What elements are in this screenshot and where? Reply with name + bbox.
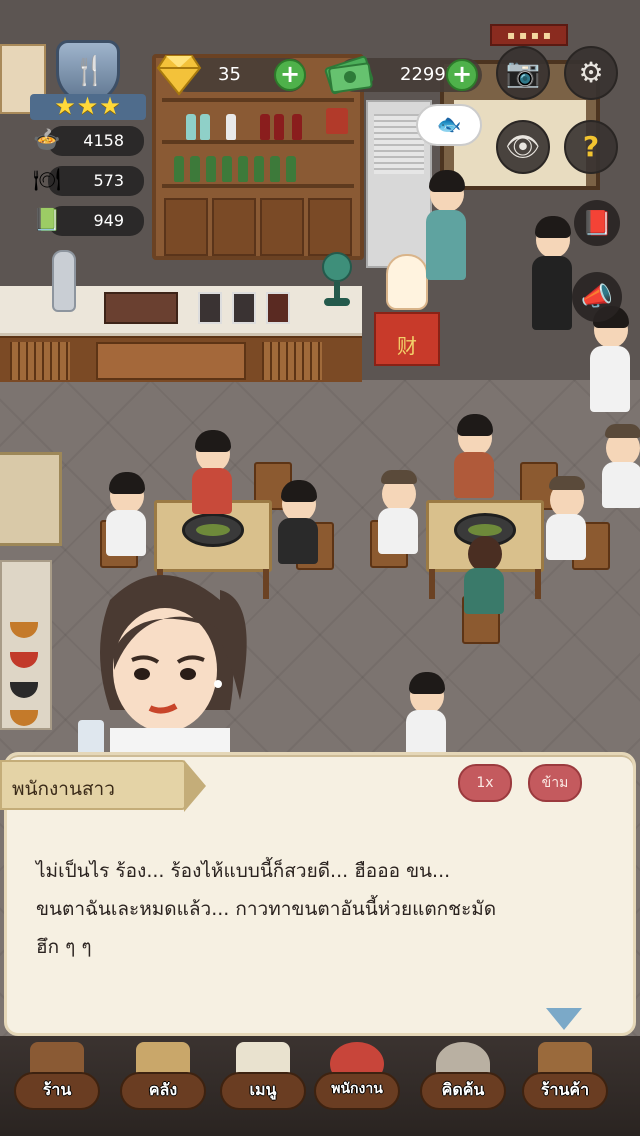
speaker-name-tag: พนักงานสาว xyxy=(0,760,206,812)
add-cash-button[interactable]: + xyxy=(446,59,478,91)
nav-tab-store[interactable]: ร้านค้า xyxy=(522,1042,608,1130)
cooking-pot-icon: 🍲 xyxy=(33,128,61,153)
rating-stars: ★★★ xyxy=(54,92,122,120)
dialog-line: ขนตาฉันเละหมดแล้ว... กาวทาขนตาอันนี้ห่วย… xyxy=(36,898,497,920)
cash-icon xyxy=(324,50,374,96)
nav-label: เมนู xyxy=(249,1080,277,1099)
fork-knife-icon: 🍴 xyxy=(72,54,107,87)
help-button[interactable]: ? xyxy=(564,120,618,174)
stat-value: 4158 xyxy=(83,131,124,150)
nav-tab-research[interactable]: คิดค้น xyxy=(420,1042,506,1130)
nav-tab-staff[interactable]: พนักงาน xyxy=(314,1042,400,1130)
cloche-icon: 🍽 xyxy=(33,168,61,193)
desk-fan xyxy=(320,252,354,306)
shop-sign: ▪ ▪ ▪ ▪ xyxy=(490,24,568,46)
gear-icon: ⚙ xyxy=(578,56,604,89)
help-icon: ? xyxy=(582,130,600,163)
nav-label: พนักงาน xyxy=(331,1081,383,1097)
nav-label: ร้าน xyxy=(42,1080,72,1099)
view-toggle-button[interactable]: 👁 xyxy=(496,120,550,174)
camera-icon: 📷 xyxy=(505,56,541,89)
fish-icon: 🐟 xyxy=(436,112,462,136)
speaker-name: พนักงานสาว xyxy=(12,778,115,800)
nav-label: ร้านค้า xyxy=(540,1080,590,1099)
fish-thought-bubble[interactable]: 🐟 xyxy=(416,104,482,146)
camera-button[interactable]: 📷 xyxy=(496,46,550,100)
menu-card xyxy=(266,292,290,324)
add-gems-button[interactable]: + xyxy=(274,59,306,91)
nav-tab-menu[interactable]: เมนู xyxy=(220,1042,306,1130)
side-counter xyxy=(0,452,62,546)
gem-icon xyxy=(156,52,202,96)
nav-label: คลัง xyxy=(148,1080,178,1099)
menu-book-icon: 📗 xyxy=(33,208,61,233)
recipe-book-button[interactable]: 📕 xyxy=(574,200,620,246)
restaurant-rating-badge[interactable]: 🍴 ★★★ xyxy=(30,40,146,120)
speed-button[interactable]: 1x xyxy=(458,764,512,802)
stat-value: 573 xyxy=(93,171,124,190)
menu-board xyxy=(104,292,178,324)
vase xyxy=(52,250,76,312)
nav-tab-storage[interactable]: คลัง xyxy=(120,1042,206,1130)
game-screen: ▪ ▪ ▪ ▪ 财 🐟 🍴 ★★★ 4158 🍲 573 🍽 949 📗 35 … xyxy=(0,0,640,1136)
next-arrow-icon[interactable] xyxy=(546,1008,582,1030)
dialog-line: ไม่เป็นไร ร้อง... ร้องไห้แบบนี้ก็สวยดี..… xyxy=(36,860,451,882)
speaker-portrait xyxy=(70,560,270,768)
eye-icon: 👁 xyxy=(505,130,541,163)
counter-front xyxy=(0,336,362,382)
menu-card xyxy=(232,292,256,324)
dialog-line: ฮึก ๆ ๆ xyxy=(36,936,92,958)
nav-label: คิดค้น xyxy=(441,1080,485,1099)
gem-value: 35 xyxy=(218,64,241,85)
book-icon: 📕 xyxy=(582,209,612,237)
dialog-text: ไม่เป็นไร ร้อง... ร้องไห้แบบนี้ก็สวยดี..… xyxy=(36,852,596,966)
stat-value: 949 xyxy=(93,211,124,230)
menu-card xyxy=(198,292,222,324)
nav-tab-shop[interactable]: ร้าน xyxy=(14,1042,100,1130)
skip-button[interactable]: ข้าม xyxy=(528,764,582,802)
megaphone-icon: 📣 xyxy=(580,282,614,312)
kitchen-shelf xyxy=(0,560,52,730)
promotion-button[interactable]: 📣 xyxy=(572,272,622,322)
lucky-box-text: 财 xyxy=(397,334,417,358)
settings-button[interactable]: ⚙ xyxy=(564,46,618,100)
